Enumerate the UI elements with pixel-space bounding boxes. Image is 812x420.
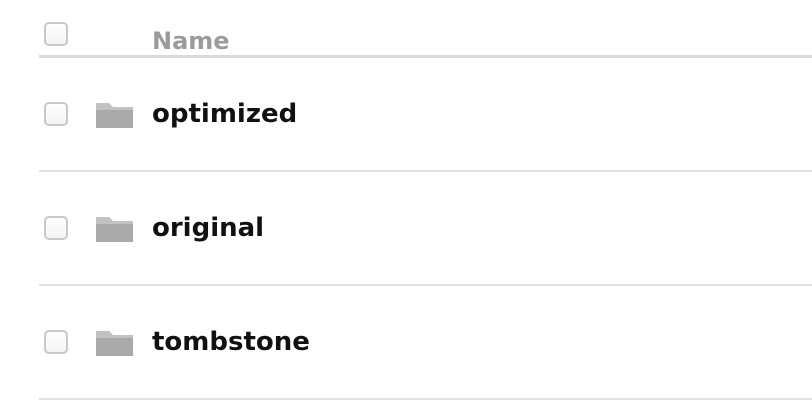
folder-name[interactable]: original — [152, 212, 264, 244]
row-checkbox[interactable] — [44, 330, 68, 354]
row-divider — [39, 398, 812, 400]
folder-name[interactable]: tombstone — [152, 326, 310, 358]
select-all-checkbox[interactable] — [44, 22, 68, 46]
folder-icon — [94, 214, 136, 244]
folder-icon — [94, 328, 136, 358]
row-checkbox[interactable] — [44, 102, 68, 126]
table-row[interactable]: optimized — [0, 58, 812, 172]
file-table: Name optimized original tombstone — [0, 0, 812, 420]
folder-icon — [94, 100, 136, 130]
table-row[interactable]: original — [0, 172, 812, 286]
folder-name[interactable]: optimized — [152, 98, 297, 130]
table-row[interactable]: tombstone — [0, 286, 812, 400]
name-column-header[interactable]: Name — [152, 27, 230, 55]
row-checkbox[interactable] — [44, 216, 68, 240]
table-header: Name — [0, 0, 812, 58]
